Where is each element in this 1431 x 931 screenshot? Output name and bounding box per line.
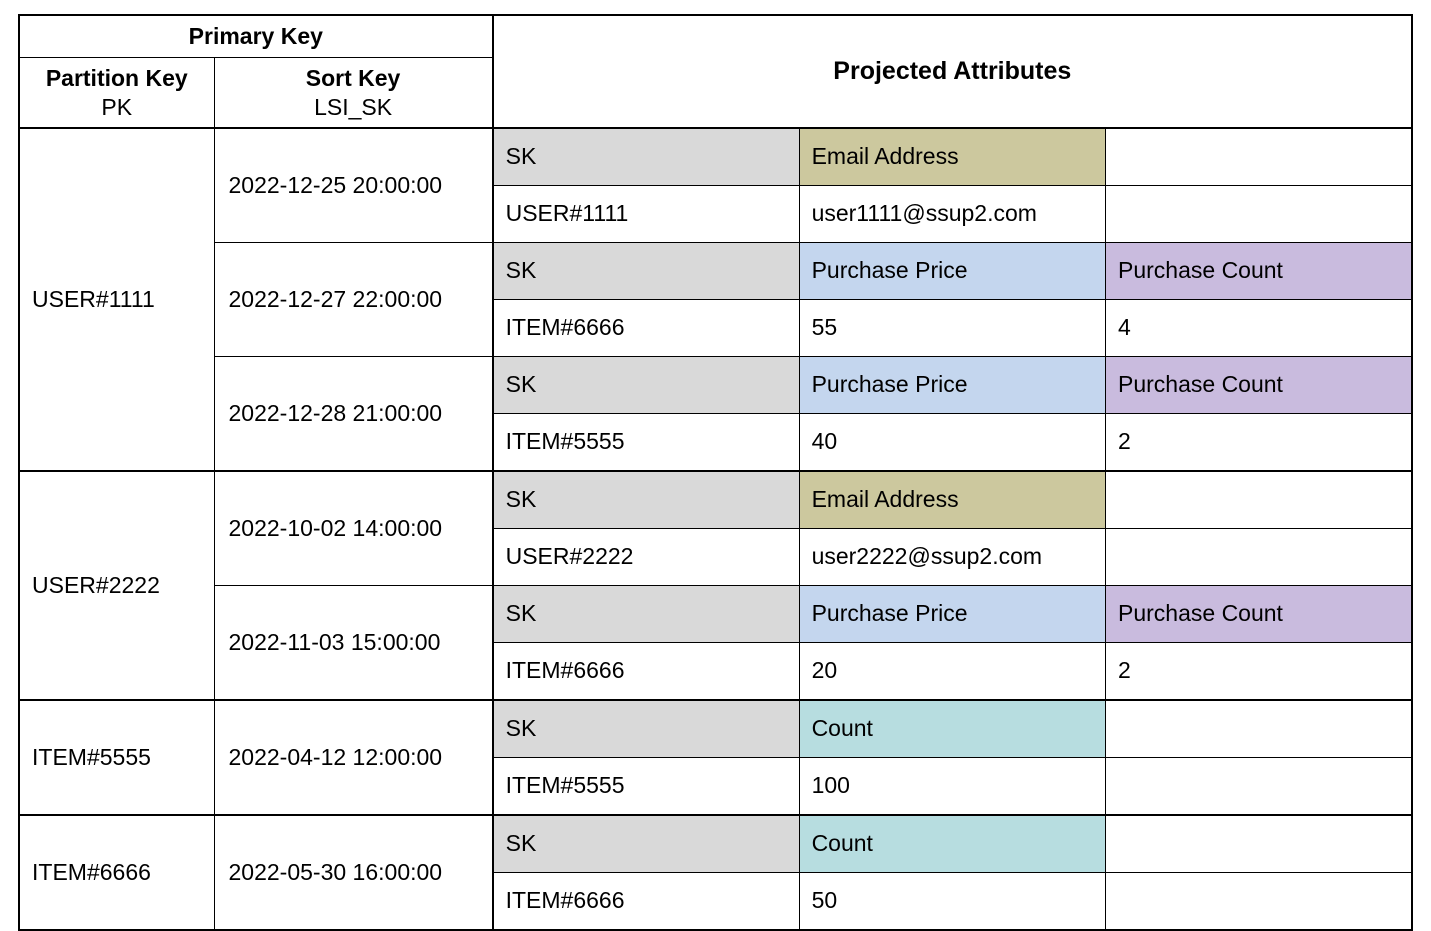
index-table: Primary Key Projected Attributes Partiti… <box>18 14 1413 931</box>
attr-value-cell: user1111@ssup2.com <box>800 186 1105 242</box>
sort-key-cell: 2022-10-02 14:00:00 <box>215 501 492 557</box>
attr-header-count: Count <box>800 701 1105 757</box>
attr-header-sk: SK <box>494 472 799 528</box>
attr-value-cell: ITEM#5555 <box>494 414 799 470</box>
attr-value-cell <box>1106 186 1411 242</box>
attr-value-cell: user2222@ssup2.com <box>800 529 1105 585</box>
sort-key-cell: 2022-12-25 20:00:00 <box>215 158 492 214</box>
header-primary-key: Primary Key <box>20 16 492 57</box>
attr-value-cell <box>1106 873 1411 929</box>
attr-value-cell: 40 <box>800 414 1105 470</box>
sort-key-cell: 2022-12-27 22:00:00 <box>215 272 492 328</box>
attr-header-sk: SK <box>494 701 799 757</box>
attr-value-cell: 2 <box>1106 643 1411 699</box>
attr-header-pcount: Purchase Count <box>1106 357 1411 413</box>
attr-value-cell: USER#1111 <box>494 186 799 242</box>
sort-key-cell: 2022-11-03 15:00:00 <box>215 615 492 671</box>
attr-header-empty <box>1106 701 1411 757</box>
header-sort-key: Sort Key LSI_SK <box>215 58 492 128</box>
partition-key-cell: USER#2222 <box>20 558 214 614</box>
attr-header-sk: SK <box>494 357 799 413</box>
attr-header-price: Purchase Price <box>800 586 1105 642</box>
partition-key-cell: USER#1111 <box>20 272 214 328</box>
attr-value-cell: 4 <box>1106 300 1411 356</box>
attr-header-email: Email Address <box>800 129 1105 185</box>
attr-header-sk: SK <box>494 129 799 185</box>
sort-key-cell: 2022-05-30 16:00:00 <box>215 845 492 901</box>
attr-header-price: Purchase Price <box>800 357 1105 413</box>
attr-value-cell: USER#2222 <box>494 529 799 585</box>
attr-value-cell: 20 <box>800 643 1105 699</box>
attr-header-sk: SK <box>494 243 799 299</box>
partition-key-cell: ITEM#6666 <box>20 845 214 901</box>
sort-key-cell: 2022-12-28 21:00:00 <box>215 386 492 442</box>
attr-header-email: Email Address <box>800 472 1105 528</box>
attr-header-empty <box>1106 129 1411 185</box>
attr-header-pcount: Purchase Count <box>1106 243 1411 299</box>
partition-key-cell: ITEM#5555 <box>20 730 214 786</box>
attr-header-empty <box>1106 472 1411 528</box>
attr-value-cell: 50 <box>800 873 1105 929</box>
attr-header-pcount: Purchase Count <box>1106 586 1411 642</box>
attr-value-cell: ITEM#6666 <box>494 300 799 356</box>
attr-value-cell: ITEM#6666 <box>494 873 799 929</box>
attr-value-cell: 100 <box>800 758 1105 814</box>
attr-value-cell: ITEM#5555 <box>494 758 799 814</box>
attr-value-cell <box>1106 529 1411 585</box>
attr-header-sk: SK <box>494 586 799 642</box>
header-partition-key: Partition Key PK <box>20 58 214 128</box>
header-projected-attributes: Projected Attributes <box>494 50 1411 93</box>
sort-key-cell: 2022-04-12 12:00:00 <box>215 730 492 786</box>
attr-value-cell: ITEM#6666 <box>494 643 799 699</box>
attr-value-cell: 55 <box>800 300 1105 356</box>
attr-header-price: Purchase Price <box>800 243 1105 299</box>
attr-value-cell: 2 <box>1106 414 1411 470</box>
attr-value-cell <box>1106 758 1411 814</box>
